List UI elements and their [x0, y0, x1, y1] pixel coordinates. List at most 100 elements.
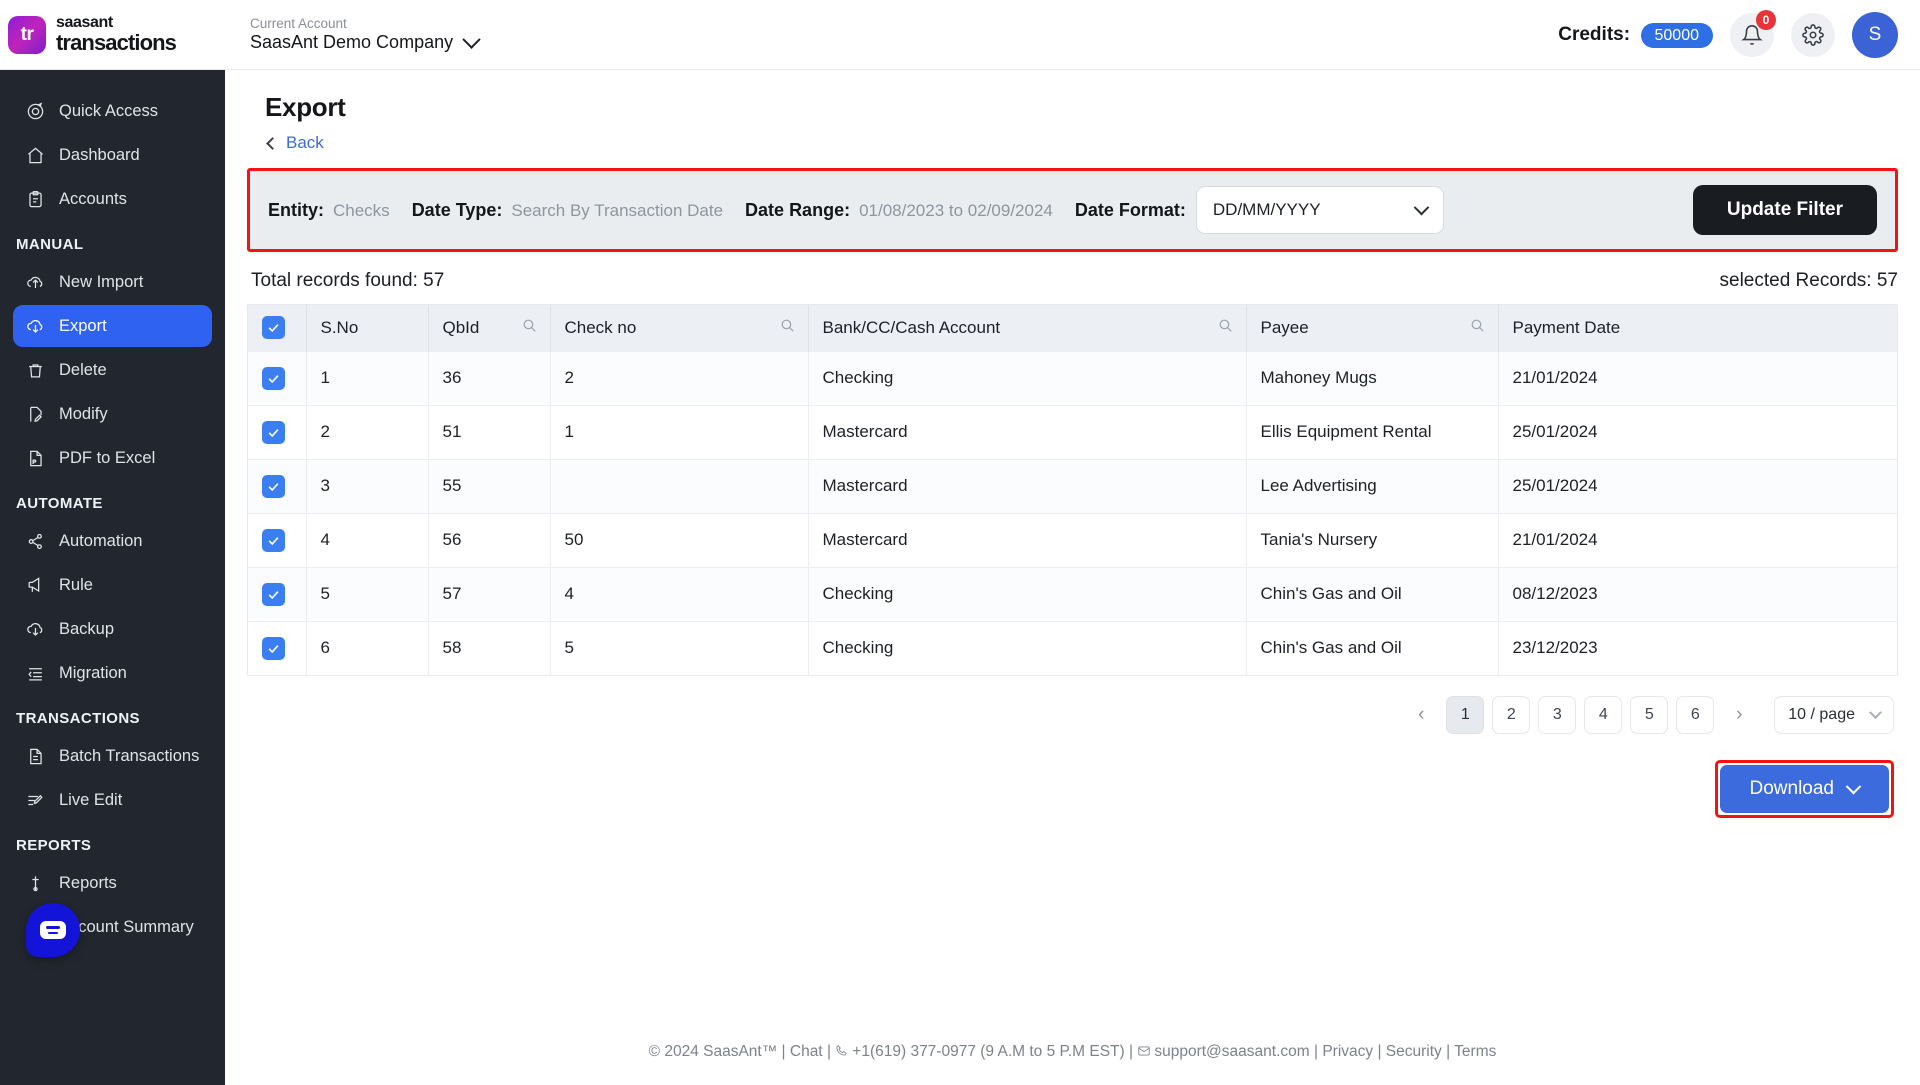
row-checkbox[interactable] [262, 366, 285, 390]
column-label: Payee [1260, 317, 1309, 337]
page-size-select[interactable]: 10 / page [1774, 696, 1894, 734]
footer-chat-link[interactable]: Chat [790, 1043, 823, 1060]
table-row[interactable]: 5 57 4 Checking Chin's Gas and Oil 08/12… [248, 566, 1897, 621]
sidebar-label: Accounts [59, 189, 127, 208]
column-header-bank-account[interactable]: Bank/CC/Cash Account [808, 305, 1247, 351]
sidebar-item-modify[interactable]: Modify [13, 393, 212, 435]
row-checkbox[interactable] [262, 420, 285, 444]
upload-cloud-icon [25, 272, 46, 293]
sidebar-label: Rule [59, 575, 93, 594]
column-header-payment-date[interactable]: Payment Date [1498, 305, 1897, 351]
search-icon[interactable] [779, 317, 796, 339]
chevron-down-icon [1413, 199, 1430, 215]
check-icon [268, 590, 279, 599]
sidebar-label: Backup [59, 619, 115, 638]
chevron-down-icon [1869, 705, 1882, 719]
current-account-selector[interactable]: Current Account SaasAnt Demo Company [250, 16, 481, 52]
table-row[interactable]: 1 36 2 Checking Mahoney Mugs 21/01/2024 [248, 350, 1897, 405]
footer-security-link[interactable]: Security [1386, 1043, 1442, 1060]
check-icon [268, 482, 279, 491]
row-select-cell [248, 620, 307, 675]
entity-value: Checks [333, 200, 390, 220]
pagination-page-1[interactable]: 1 [1446, 696, 1485, 734]
column-header-sno[interactable]: S.No [306, 305, 429, 351]
select-all-checkbox[interactable] [262, 316, 285, 340]
cell-sno: 4 [306, 512, 429, 567]
sidebar-item-automation[interactable]: Automation [13, 520, 212, 562]
back-link[interactable]: Back [265, 133, 1920, 153]
cell-bank-account: Mastercard [808, 404, 1247, 459]
row-checkbox[interactable] [262, 582, 285, 606]
chat-widget-button[interactable] [26, 903, 80, 957]
sidebar-item-dashboard[interactable]: Dashboard [13, 134, 212, 176]
pagination-page-2[interactable]: 2 [1492, 696, 1531, 734]
column-header-check-no[interactable]: Check no [550, 305, 809, 351]
sidebar-item-pdf-to-excel[interactable]: PDF to Excel [13, 437, 212, 479]
sidebar-item-live-edit[interactable]: Live Edit [13, 779, 212, 821]
table-row[interactable]: 3 55 Mastercard Lee Advertising 25/01/20… [248, 458, 1897, 513]
sidebar-item-new-import[interactable]: New Import [13, 261, 212, 303]
update-filter-button[interactable]: Update Filter [1692, 185, 1877, 235]
sidebar-item-backup[interactable]: Backup [13, 608, 212, 650]
pagination-page-3[interactable]: 3 [1538, 696, 1577, 734]
table-row[interactable]: 4 56 50 Mastercard Tania's Nursery 21/01… [248, 512, 1897, 567]
sidebar-item-accounts[interactable]: Accounts [13, 178, 212, 220]
download-cloud-icon [25, 316, 46, 337]
footer-email[interactable]: support@saasant.com [1154, 1043, 1309, 1060]
table-header: S.No QbId Check no Bank/CC/Cash Account … [248, 305, 1897, 351]
cell-payee: Lee Advertising [1246, 458, 1499, 513]
footer-phone: +1(619) 377-0977 (9 A.M to 5 P.M EST) [852, 1043, 1125, 1060]
settings-button[interactable] [1791, 12, 1835, 57]
megaphone-icon [25, 575, 46, 596]
footer-privacy-link[interactable]: Privacy [1322, 1043, 1373, 1060]
date-format-select[interactable]: DD/MM/YYYY [1195, 186, 1444, 234]
footer-terms-link[interactable]: Terms [1454, 1043, 1496, 1060]
sidebar-item-batch-transactions[interactable]: Batch Transactions [13, 735, 212, 777]
sidebar-item-reports[interactable]: Reports [13, 862, 212, 904]
pagination-page-5[interactable]: 5 [1630, 696, 1669, 734]
pagination-next-button[interactable]: › [1722, 698, 1756, 732]
table-row[interactable]: 2 51 1 Mastercard Ellis Equipment Rental… [248, 404, 1897, 459]
notifications-button[interactable]: 0 [1730, 9, 1776, 57]
row-checkbox[interactable] [262, 636, 285, 660]
check-icon [268, 374, 279, 383]
row-select-cell [248, 458, 307, 513]
date-format-value: DD/MM/YYYY [1212, 200, 1321, 219]
cell-qbid: 56 [428, 512, 551, 567]
total-records-label: Total records found: 57 [251, 270, 445, 291]
row-select-cell [248, 566, 307, 621]
download-cloud-icon [25, 619, 46, 640]
sidebar-item-migration[interactable]: Migration [13, 652, 212, 694]
row-select-cell [248, 350, 307, 405]
column-label: Bank/CC/Cash Account [822, 317, 1001, 337]
phone-icon [835, 1044, 849, 1063]
chevron-down-icon[interactable] [462, 30, 481, 49]
column-header-qbid[interactable]: QbId [428, 305, 551, 351]
column-header-payee[interactable]: Payee [1246, 305, 1499, 351]
sidebar-item-rule[interactable]: Rule [13, 564, 212, 606]
search-icon[interactable] [521, 317, 538, 339]
sidebar-item-export[interactable]: Export [13, 305, 212, 347]
sidebar-item-delete[interactable]: Delete [13, 349, 212, 391]
brand-name-top: saasant [56, 14, 113, 31]
download-button-highlight: Download [1714, 760, 1894, 818]
gear-icon [1802, 23, 1824, 46]
check-icon [268, 428, 279, 437]
download-button[interactable]: Download [1719, 765, 1889, 813]
sidebar-item-quick-access[interactable]: Quick Access [13, 90, 212, 132]
user-avatar[interactable]: S [1852, 11, 1898, 58]
row-checkbox[interactable] [262, 528, 285, 552]
page-size-value: 10 / page [1788, 706, 1855, 723]
sidebar-label: Delete [59, 360, 107, 379]
avatar-initial: S [1868, 23, 1882, 45]
pagination-page-4[interactable]: 4 [1584, 696, 1623, 734]
home-icon [25, 145, 46, 166]
row-checkbox[interactable] [262, 474, 285, 498]
search-icon[interactable] [1469, 317, 1486, 339]
brand-logo[interactable]: tr saasant transactions [0, 15, 225, 54]
sidebar-label: Reports [59, 873, 117, 892]
pagination-page-6[interactable]: 6 [1676, 696, 1715, 734]
table-row[interactable]: 6 58 5 Checking Chin's Gas and Oil 23/12… [248, 620, 1897, 675]
search-icon[interactable] [1217, 317, 1234, 339]
pagination-prev-button[interactable]: ‹ [1404, 698, 1438, 732]
